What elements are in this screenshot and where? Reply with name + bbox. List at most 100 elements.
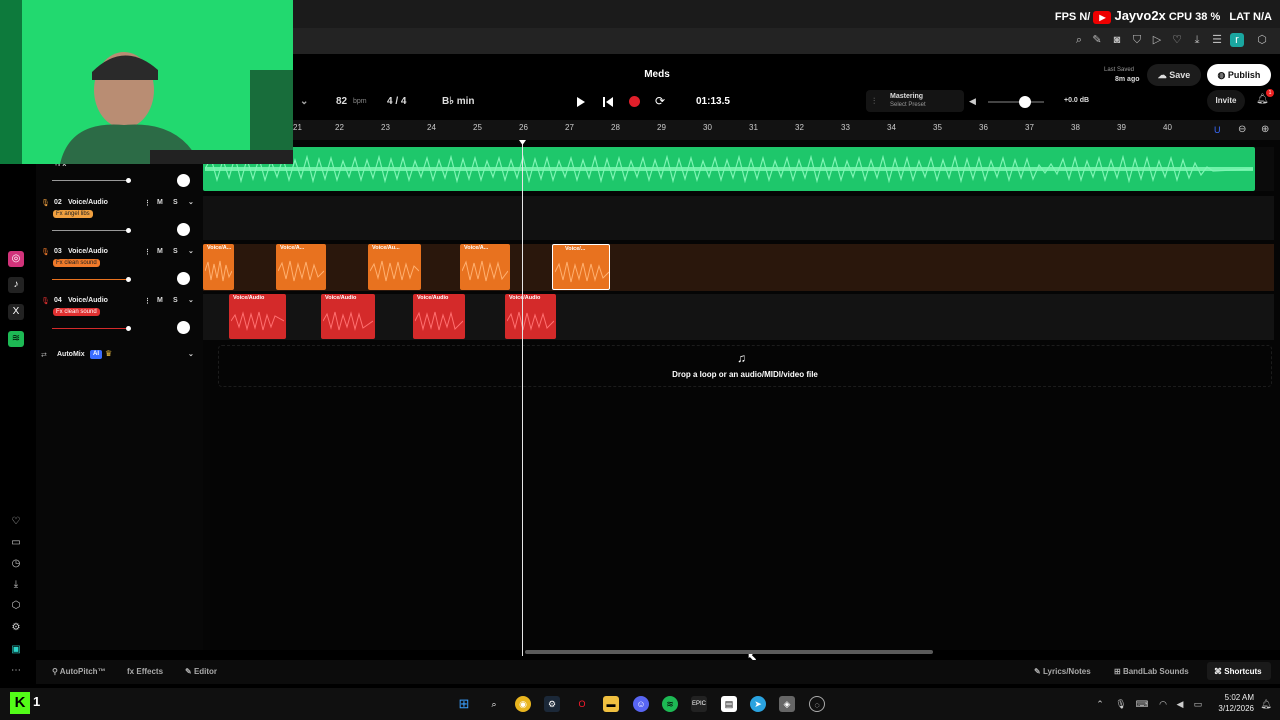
discord-icon[interactable]: ☺ <box>633 696 649 712</box>
horizontal-scrollbar[interactable] <box>525 650 933 654</box>
audio-clip-selected[interactable]: Voice/... <box>552 244 610 290</box>
volume-icon[interactable]: ◀︎ <box>1172 696 1188 712</box>
notification-bell-icon[interactable]: 🔔︎ <box>1258 696 1274 712</box>
tiktok-icon[interactable]: ♪ <box>8 277 24 293</box>
mute-button[interactable]: M <box>157 297 163 304</box>
x-icon[interactable]: X <box>8 304 24 320</box>
fx-chip[interactable]: Fx angel libs <box>53 210 93 218</box>
project-title[interactable]: Meds <box>600 69 714 80</box>
master-volume-slider[interactable] <box>988 101 1044 103</box>
track-name[interactable]: Voice/Audio <box>68 199 108 206</box>
pan-knob[interactable] <box>177 223 190 236</box>
kebab-menu-icon[interactable]: ⋮ <box>144 248 151 256</box>
fx-chip[interactable]: Fx clean sound <box>53 308 100 316</box>
menu-icon[interactable]: ☰ <box>1210 33 1224 47</box>
telegram-icon[interactable]: ➤ <box>750 696 766 712</box>
audio-clip[interactable]: Voice/A... <box>203 244 234 290</box>
volume-fader[interactable] <box>52 279 128 280</box>
track-lane-03[interactable] <box>203 244 1274 291</box>
save-button[interactable]: ☁ Save <box>1147 64 1201 86</box>
comment-icon[interactable]: ▭ <box>8 535 24 551</box>
epic-games-icon[interactable]: EPIC <box>691 696 707 712</box>
magnet-icon[interactable]: U <box>1214 125 1224 136</box>
microphone-icon[interactable]: 🎙︎ <box>1113 696 1129 712</box>
fx-chip[interactable]: Fx clean sound <box>53 259 100 267</box>
solo-button[interactable]: S <box>173 199 178 206</box>
kebab-menu-icon[interactable]: ⋮ <box>144 297 151 305</box>
history-icon[interactable]: ◷ <box>8 556 24 572</box>
key-signature[interactable]: B♭ min <box>442 96 475 107</box>
audio-clip[interactable]: Voice/Audio <box>505 294 556 339</box>
chevron-down-icon[interactable]: ⌄ <box>300 96 308 107</box>
roblox-icon[interactable]: ◈ <box>779 696 795 712</box>
steam-icon[interactable]: ⚙ <box>544 696 560 712</box>
pan-knob[interactable] <box>177 321 190 334</box>
spotify-icon[interactable]: ≋ <box>8 331 24 347</box>
zoom-in-icon[interactable]: ⊕ <box>1261 124 1269 135</box>
solo-button[interactable]: S <box>173 248 178 255</box>
skip-to-start-button[interactable] <box>602 95 614 107</box>
loop-icon[interactable]: ⟳ <box>655 94 665 108</box>
gear-icon[interactable]: ⚙ <box>8 620 24 636</box>
zoom-out-icon[interactable]: ⊖ <box>1238 124 1246 135</box>
tempo-value[interactable]: 82 <box>336 96 347 107</box>
download-icon[interactable]: ⤓ <box>8 577 24 593</box>
chevron-down-icon[interactable]: ⌄ <box>188 296 194 304</box>
audio-clip[interactable]: Voice/A... <box>276 244 326 290</box>
volume-fader[interactable] <box>52 328 128 329</box>
send-icon[interactable]: ▷ <box>1150 33 1164 47</box>
cube-icon[interactable]: ⬡ <box>8 598 24 614</box>
volume-fader[interactable] <box>52 230 128 231</box>
chevron-down-icon[interactable]: ⌄ <box>188 198 194 206</box>
volume-fader-handle[interactable] <box>126 326 131 331</box>
track-lane-02[interactable] <box>203 196 1274 240</box>
mute-button[interactable]: M <box>157 199 163 206</box>
extension-icon[interactable]: r <box>1230 33 1244 47</box>
opera-gx-icon[interactable]: O <box>574 696 590 712</box>
shield-icon[interactable]: ⛉ <box>1130 33 1144 47</box>
speaker-icon[interactable]: ◀︎ <box>969 96 976 107</box>
chevron-down-icon[interactable]: ⌄ <box>188 247 194 255</box>
chevron-down-icon[interactable]: ⌄ <box>188 350 194 358</box>
track-name[interactable]: Voice/Audio <box>68 248 108 255</box>
automix-label[interactable]: AutoMix <box>57 351 85 358</box>
mute-button[interactable]: M <box>157 248 163 255</box>
audio-clip[interactable] <box>203 147 1255 191</box>
audio-clip[interactable]: Voice/Audio <box>229 294 286 339</box>
audio-clip[interactable]: Voice/A... <box>460 244 510 290</box>
windows-start-icon[interactable]: ⊞ <box>456 696 472 712</box>
battery-icon[interactable]: ▭ <box>1190 696 1206 712</box>
chrome-icon[interactable]: ◉ <box>515 696 531 712</box>
search-icon[interactable]: ⌕ <box>486 696 502 712</box>
instagram-icon[interactable]: ◎ <box>8 251 24 267</box>
play-button[interactable] <box>576 95 586 107</box>
audio-clip[interactable]: Voice/Au... <box>368 244 421 290</box>
time-signature[interactable]: 4 / 4 <box>387 96 406 107</box>
volume-fader-handle[interactable] <box>126 228 131 233</box>
pan-knob[interactable] <box>177 174 190 187</box>
wifi-icon[interactable]: ◠ <box>1155 696 1171 712</box>
download-icon[interactable]: ⤓ <box>1190 33 1204 47</box>
volume-fader-handle[interactable] <box>126 178 131 183</box>
keyboard-icon[interactable]: ⌨ <box>1134 696 1150 712</box>
more-icon[interactable]: ⋯ <box>8 663 24 679</box>
cube-icon[interactable]: ⬡ <box>1255 33 1269 47</box>
document-icon[interactable]: ▤ <box>721 696 737 712</box>
clock-time[interactable]: 5:02 AM <box>1210 693 1254 702</box>
kebab-menu-icon[interactable]: ⋮ <box>144 199 151 207</box>
invite-button[interactable]: Invite <box>1207 90 1245 112</box>
publish-button[interactable]: ◍ Publish <box>1207 64 1271 86</box>
chevron-up-icon[interactable]: ⌃ <box>1092 696 1108 712</box>
editor-button[interactable]: ✎ Editor <box>185 667 217 676</box>
obs-icon[interactable]: ◌ <box>809 696 825 712</box>
lyrics-button[interactable]: ✎ Lyrics/Notes <box>1034 667 1091 676</box>
audio-clip[interactable]: Voice/Audio <box>321 294 375 339</box>
master-volume-handle[interactable] <box>1019 96 1031 108</box>
solo-button[interactable]: S <box>173 297 178 304</box>
record-button[interactable] <box>629 96 640 107</box>
edit-icon[interactable]: ✎ <box>1090 33 1104 47</box>
bandlab-sounds-button[interactable]: ⊞ BandLab Sounds <box>1114 667 1189 676</box>
search-icon[interactable]: ⌕ <box>1072 33 1086 47</box>
heart-icon[interactable]: ♡ <box>8 514 24 530</box>
track-name[interactable]: Voice/Audio <box>68 297 108 304</box>
